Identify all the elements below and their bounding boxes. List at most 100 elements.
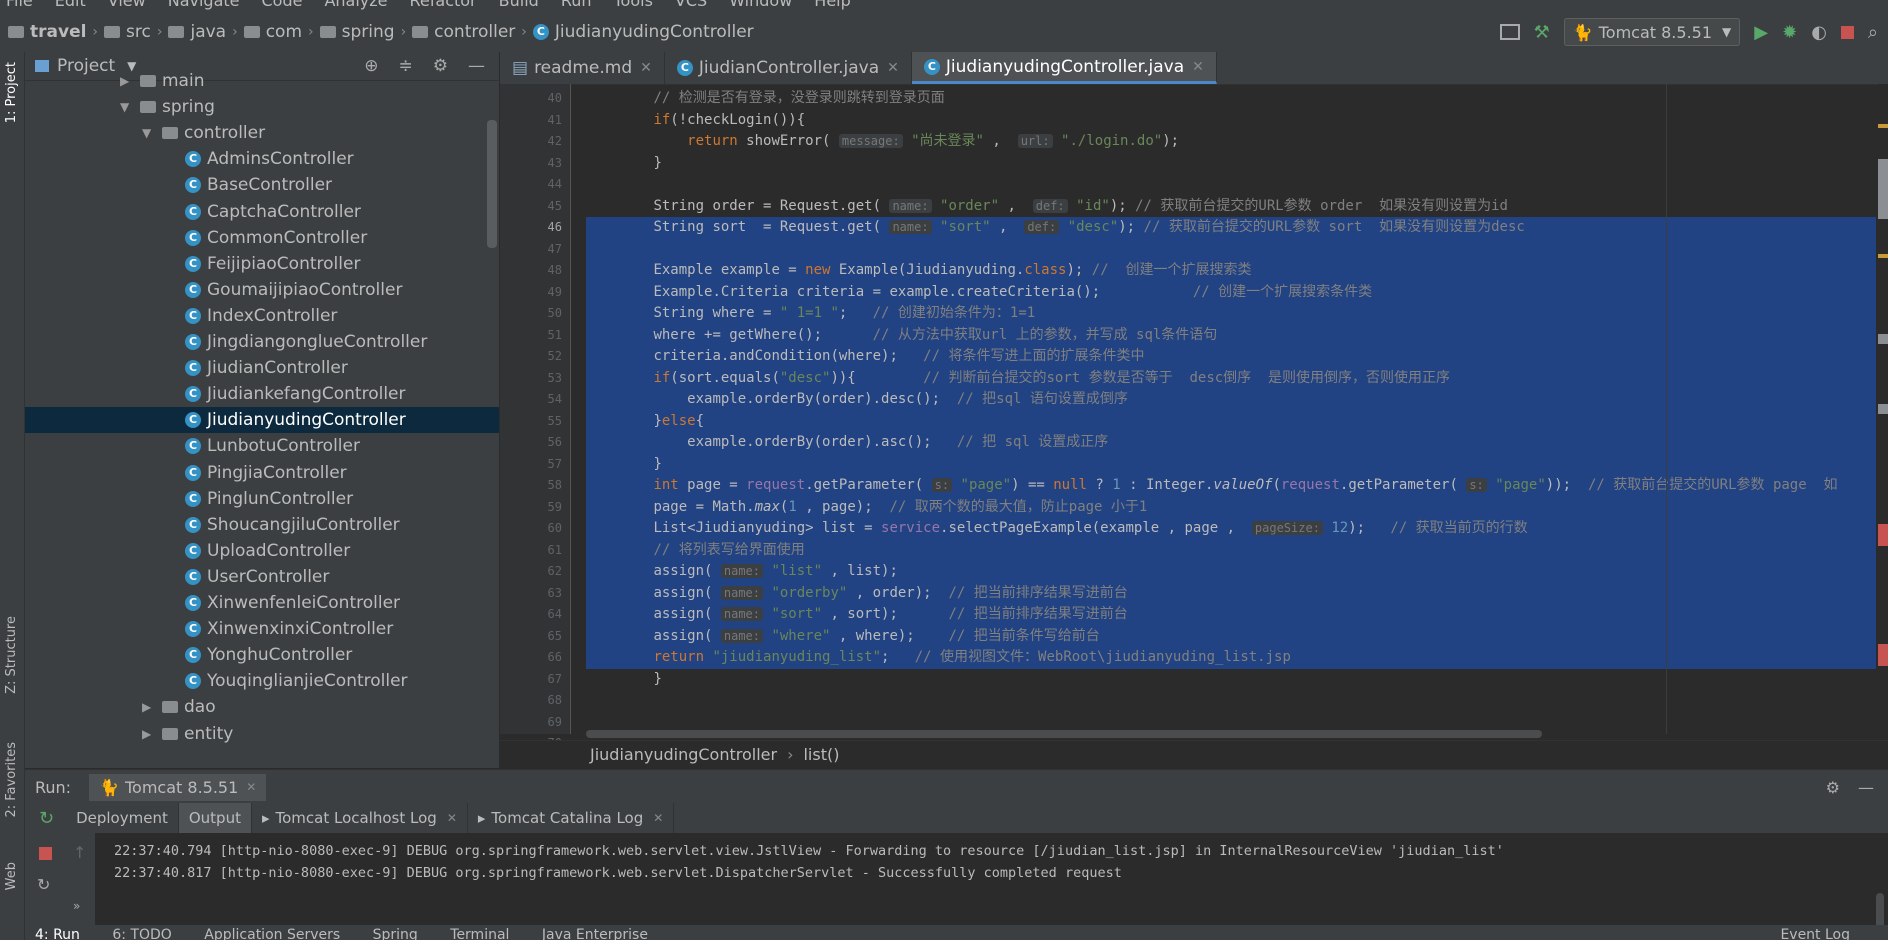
tree-item-adminscontroller[interactable]: C AdminsController [25, 146, 499, 172]
menu-refactor[interactable]: Refactor [410, 0, 477, 10]
tree-item-xinwenfenleicontroller[interactable]: C XinwenfenleiController [25, 590, 499, 616]
breadcrumb-src[interactable]: src [126, 22, 151, 42]
code-line[interactable] [586, 690, 1876, 712]
up-arrow-icon[interactable]: ↑ [73, 843, 86, 862]
tree-item-jiudiankefangcontroller[interactable]: C JiudiankefangController [25, 381, 499, 407]
menu-edit[interactable]: Edit [55, 0, 86, 10]
code-line[interactable]: assign( name: "sort" , sort); // 把当前排序结果… [586, 604, 1876, 626]
console-output[interactable]: 22:37:40.794 [http-nio-8080-exec-9] DEBU… [96, 833, 1888, 940]
menu-view[interactable]: View [108, 0, 146, 10]
code-line[interactable]: page = Math.max(1 , page); // 取两个数的最大值，防… [586, 496, 1876, 518]
breadcrumb-spring[interactable]: spring [342, 22, 395, 42]
menu-vcs[interactable]: VCS [675, 0, 707, 10]
tree-item-xinwenxinxicontroller[interactable]: C XinwenxinxiController [25, 616, 499, 642]
tab-readme[interactable]: ▤ readme.md ✕ [500, 52, 665, 84]
code-line[interactable]: example.orderBy(order).asc(); // 把 sql 设… [586, 432, 1876, 454]
bottom-tab-todo[interactable]: 6: TODO [112, 927, 171, 940]
close-icon[interactable]: ✕ [246, 780, 256, 794]
code-line[interactable]: where += getWhere(); // 从方法中获取url 上的参数，并… [586, 324, 1876, 346]
code-line[interactable]: // 检测是否有登录，没登录则跳转到登录页面 [586, 88, 1876, 110]
layout-icon[interactable] [1499, 24, 1520, 40]
menu-file[interactable]: File [6, 0, 33, 10]
run-icon[interactable]: ▶ [1754, 22, 1768, 43]
breadcrumb-com[interactable]: com [266, 22, 302, 42]
tree-item-pingjiacontroller[interactable]: C PingjiaController [25, 460, 499, 486]
chevron-right-icon[interactable]: ▶ [142, 727, 156, 741]
code-line[interactable]: } [586, 153, 1876, 175]
tree-item-jiudianyudingcontroller[interactable]: C JiudianyudingController [25, 407, 499, 434]
menu-help[interactable]: Help [814, 0, 850, 10]
menu-run[interactable]: Run [561, 0, 592, 10]
code-line[interactable]: criteria.andCondition(where); // 将条件写进上面… [586, 346, 1876, 368]
code-line[interactable] [586, 238, 1876, 260]
menu-tools[interactable]: Tools [614, 0, 653, 10]
code-line[interactable]: List<Jiudianyuding> list = service.selec… [586, 518, 1876, 540]
close-icon[interactable]: ✕ [1192, 59, 1204, 75]
code-line[interactable] [586, 174, 1876, 196]
run-config-tab[interactable]: 🐈 Tomcat 8.5.51 ✕ [89, 773, 267, 801]
tree-item-feijipiaocontroller[interactable]: C FeijipiaoController [25, 251, 499, 277]
chevron-right-icon[interactable]: ▶ [120, 74, 134, 88]
code-line[interactable]: assign( name: "list" , list); [586, 561, 1876, 583]
close-icon[interactable]: ✕ [653, 811, 663, 825]
tree-item-entity[interactable]: ▶ entity [25, 721, 499, 747]
tree-item-commoncontroller[interactable]: C CommonController [25, 225, 499, 251]
code-line[interactable]: if(sort.equals("desc")){ // 判断前台提交的sort … [586, 367, 1876, 389]
code-line[interactable]: String sort = Request.get( name: "sort" … [586, 217, 1876, 239]
tab-jiudian-controller[interactable]: C JiudianController.java ✕ [665, 52, 912, 84]
code-line[interactable]: // 将列表写给界面使用 [586, 539, 1876, 561]
more-icon[interactable]: » [73, 899, 80, 913]
code-line[interactable]: Example example = new Example(Jiudianyud… [586, 260, 1876, 282]
tree-item-basecontroller[interactable]: C BaseController [25, 172, 499, 198]
code-line[interactable]: String order = Request.get( name: "order… [586, 196, 1876, 218]
chevron-down-icon[interactable]: ▼ [142, 126, 156, 140]
tree-item-dao[interactable]: ▶ dao [25, 694, 499, 720]
code-line[interactable]: String where = " 1=1 "; // 创建初始条件为：1=1 [586, 303, 1876, 325]
code-line[interactable]: return "jiudianyuding_list"; // 使用视图文件：W… [586, 647, 1876, 669]
code-line[interactable]: }else{ [586, 410, 1876, 432]
tab-output[interactable]: Output [178, 803, 252, 833]
bottom-tab-app-servers[interactable]: Application Servers [204, 927, 340, 940]
minimize-icon[interactable]: — [1858, 778, 1874, 797]
debug-icon[interactable]: ✹ [1782, 22, 1797, 43]
menu-build[interactable]: Build [499, 0, 539, 10]
bottom-tab-run[interactable]: 4: Run [35, 927, 80, 940]
tree-item-jiudiancontroller[interactable]: C JiudianController [25, 355, 499, 381]
menu-window[interactable]: Window [729, 0, 792, 10]
bottom-tab-java-enterprise[interactable]: Java Enterprise [542, 927, 648, 940]
close-icon[interactable]: ✕ [640, 60, 652, 76]
search-everywhere-icon[interactable]: ⌕ [1868, 22, 1878, 43]
breadcrumb-java[interactable]: java [190, 22, 226, 42]
tree-item-main[interactable]: ▶ main [25, 68, 499, 94]
tree-item-uploadcontroller[interactable]: C UploadController [25, 538, 499, 564]
editor-horizontal-scrollbar[interactable] [586, 730, 1542, 738]
code-line[interactable]: Example.Criteria criteria = example.crea… [586, 281, 1876, 303]
editor-breadcrumb-class[interactable]: JiudianyudingController [590, 745, 777, 764]
tool-tab-project[interactable]: 1: Project [4, 62, 19, 123]
error-stripe[interactable] [1878, 84, 1888, 734]
tree-item-indexcontroller[interactable]: C IndexController [25, 303, 499, 329]
tree-scrollbar[interactable] [487, 120, 497, 248]
restart-icon[interactable]: ↻ [37, 875, 50, 894]
run-config-select[interactable]: 🐈 Tomcat 8.5.51 ▼ [1563, 18, 1741, 46]
tab-jiudianyuding-controller[interactable]: C JiudianyudingController.java ✕ [911, 52, 1217, 84]
tree-item-lunbotucontroller[interactable]: C LunbotuController [25, 433, 499, 459]
tool-tab-favorites[interactable]: 2: Favorites [4, 742, 19, 818]
rerun-icon[interactable]: ↻ [39, 808, 54, 829]
tree-item-captchacontroller[interactable]: C CaptchaController [25, 199, 499, 225]
tree-item-usercontroller[interactable]: C UserController [25, 564, 499, 590]
code-line[interactable]: int page = request.getParameter( s: "pag… [586, 475, 1876, 497]
menu-code[interactable]: Code [262, 0, 303, 10]
tab-catalina-log[interactable]: ▸ Tomcat Catalina Log ✕ [468, 803, 675, 833]
code-line[interactable]: example.orderBy(order).desc(); // 把sql 语… [586, 389, 1876, 411]
breadcrumb-class[interactable]: JiudianyudingController [555, 22, 754, 42]
chevron-right-icon[interactable]: ▶ [142, 700, 156, 714]
code-line[interactable]: return showError( message: "尚未登录" , url:… [586, 131, 1876, 153]
stop-icon[interactable] [39, 847, 52, 860]
tool-tab-web[interactable]: Web [4, 862, 19, 890]
tree-item-yonghucontroller[interactable]: C YonghuController [25, 642, 499, 668]
close-icon[interactable]: ✕ [887, 60, 899, 76]
tree-item-controller[interactable]: ▼ controller [25, 120, 499, 146]
tree-item-pingluncontroller[interactable]: C PinglunController [25, 486, 499, 512]
bottom-tab-terminal[interactable]: Terminal [450, 927, 509, 940]
